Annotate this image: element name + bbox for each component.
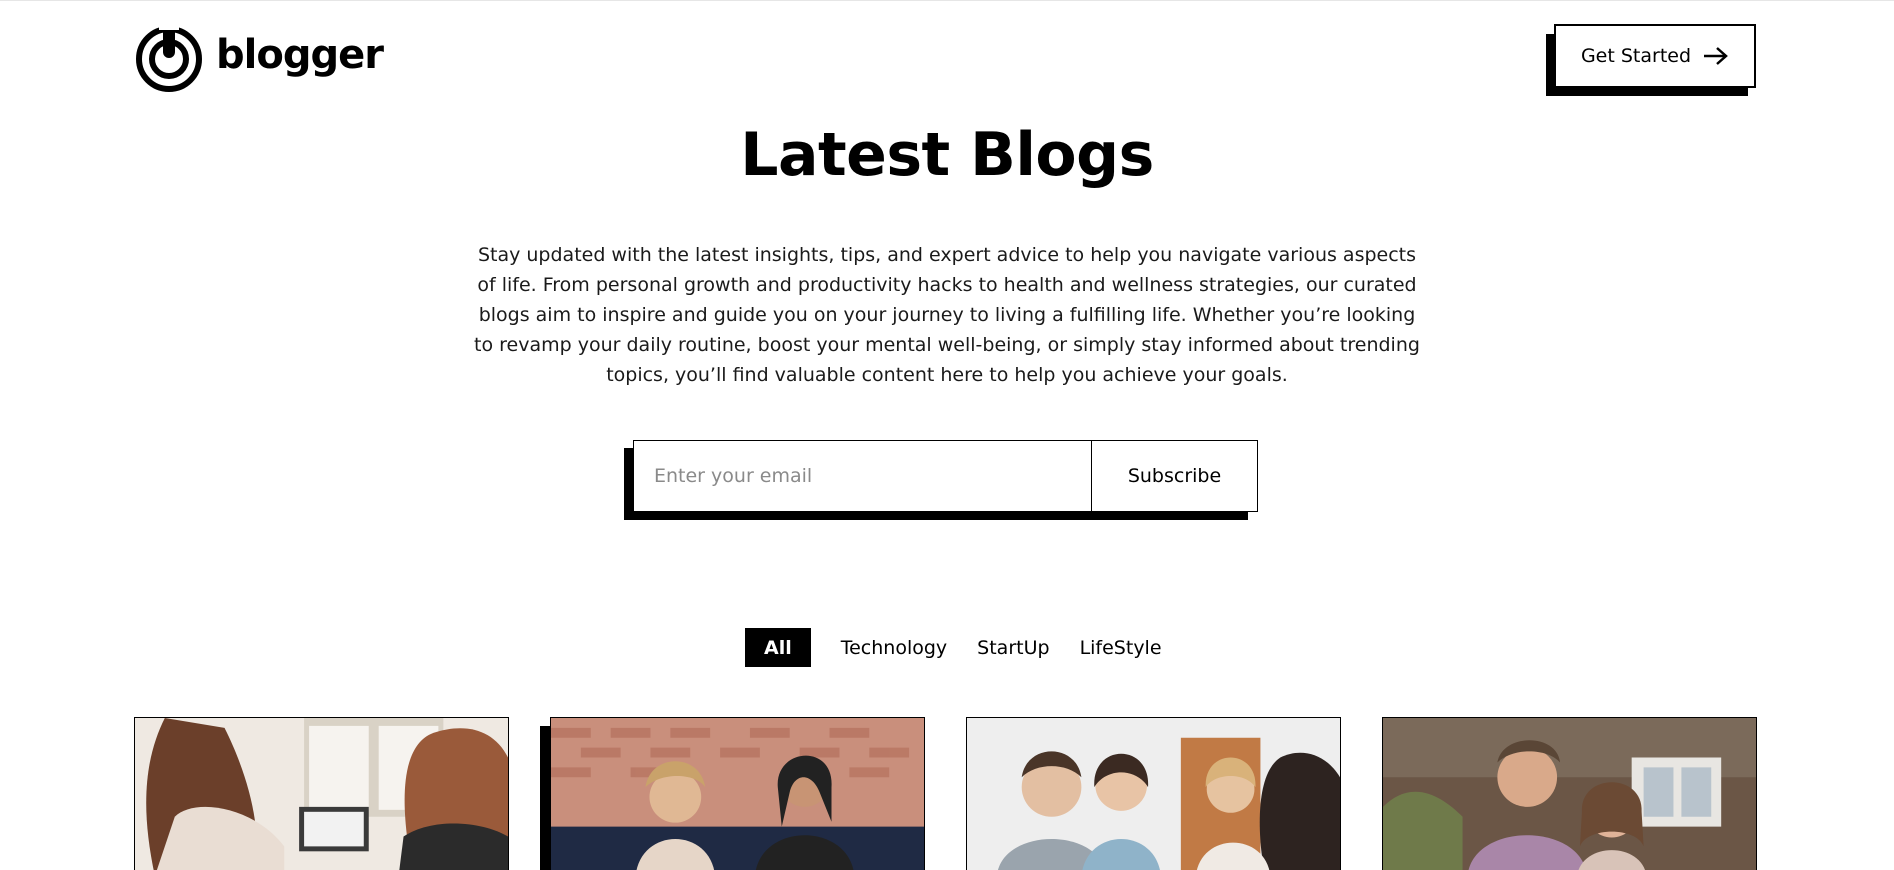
subscribe-box: Subscribe [633,440,1258,512]
subscribe-form: Subscribe [624,440,1258,522]
category-tabs: All Technology StartUp LifeStyle [745,628,1180,667]
blogger-logo-icon [136,22,202,92]
tab-technology[interactable]: Technology [829,628,959,667]
get-started-wrapper: Get Started [1546,24,1756,96]
logo-text: blogger [216,32,384,78]
blog-card-image[interactable] [550,717,925,870]
two-women-talking-office-photo [551,718,924,870]
two-women-at-laptop-photo [135,718,508,870]
page-title: Latest Blogs [740,120,1154,190]
get-started-label: Get Started [1580,45,1692,67]
blog-card-image[interactable] [1382,717,1757,870]
arrow-right-icon [1704,47,1728,65]
tab-lifestyle[interactable]: LifeStyle [1068,628,1174,667]
email-input[interactable] [634,441,1092,511]
subscribe-button[interactable]: Subscribe [1092,441,1257,511]
tab-all[interactable]: All [745,628,811,667]
tab-startup[interactable]: StartUp [965,628,1061,667]
blog-card-image[interactable] [134,717,509,870]
group-of-friends-laughing-photo [967,718,1340,870]
top-border [0,0,1894,1]
get-started-button[interactable]: Get Started [1554,24,1756,88]
logo[interactable]: blogger [134,22,384,92]
page-description: Stay updated with the latest insights, t… [474,244,1420,386]
smiling-couple-outdoors-photo [1383,718,1756,870]
blog-card-image[interactable] [966,717,1341,870]
